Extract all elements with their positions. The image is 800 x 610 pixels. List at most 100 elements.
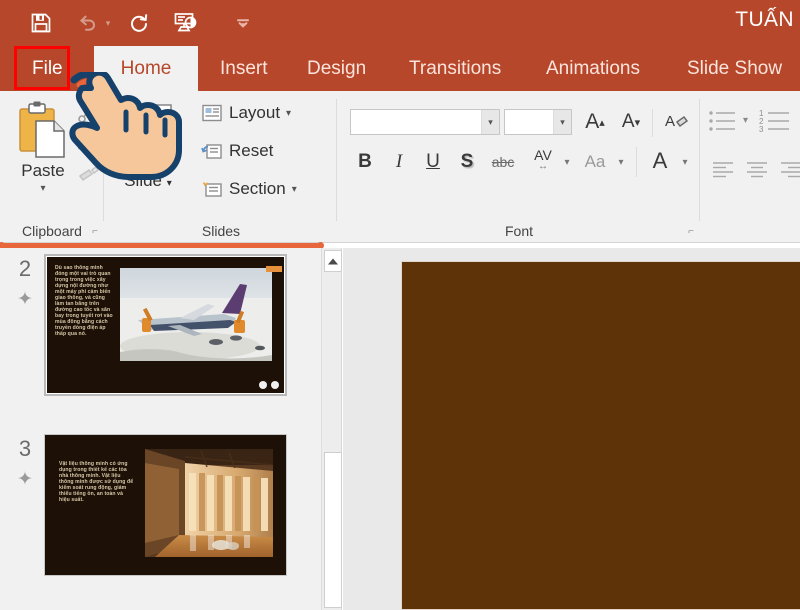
paste-dropdown-icon[interactable]: ▾ — [8, 183, 78, 194]
new-slide-dropdown-icon[interactable]: ▾ — [167, 178, 172, 189]
change-case-button[interactable]: Aa — [578, 147, 612, 177]
reset-icon — [201, 141, 223, 161]
copy-icon[interactable] — [76, 131, 102, 155]
change-case-dropdown-icon[interactable]: ▾ — [614, 149, 628, 175]
align-right-icon[interactable] — [779, 159, 800, 186]
new-slide-icon[interactable] — [121, 101, 177, 147]
character-spacing-label: AV — [534, 148, 552, 162]
clipboard-group-label: Clipboard — [0, 223, 104, 239]
ribbon-group-slides: New Slide ▾ Layout ▾ — [105, 91, 337, 243]
font-name-combobox[interactable]: ▾ — [350, 109, 500, 135]
align-center-icon[interactable] — [745, 159, 771, 186]
airplane-in-snow-photo — [120, 268, 272, 361]
powerpoint-window: ▾ — [0, 0, 800, 610]
presentation-icon[interactable] — [162, 3, 208, 43]
clear-formatting-icon[interactable]: A — [660, 107, 692, 137]
section-label: Section — [229, 179, 286, 199]
slide-thumbnail[interactable]: Dù sao thông minh đóng một vai trò quan … — [44, 254, 287, 396]
tab-file[interactable]: File — [18, 46, 77, 91]
reset-label: Reset — [229, 141, 273, 161]
chevron-down-icon[interactable]: ▾ — [481, 110, 499, 134]
numbering-icon[interactable]: 1 2 3 — [759, 107, 797, 142]
group-divider — [699, 99, 700, 221]
section-button[interactable]: Section ▾ — [201, 179, 297, 199]
section-icon — [201, 179, 223, 199]
layout-button[interactable]: Layout ▾ — [201, 103, 291, 123]
format-painter-icon[interactable] — [76, 161, 102, 185]
text-shadow-button[interactable]: S — [454, 147, 480, 177]
slides-group-label: Slides — [105, 223, 337, 239]
thumbnail-scrollbar[interactable] — [322, 248, 342, 610]
slide-body-text: Dù sao thông minh đóng một vai trò quan … — [55, 265, 113, 337]
new-slide-label-line1: New — [131, 150, 165, 169]
paste-icon[interactable] — [16, 101, 70, 159]
increase-font-size-button[interactable]: A▴ — [580, 107, 610, 137]
thumbnail-item-2[interactable]: 2 ✦ Dù sao thông minh đóng một vai trò q… — [0, 252, 322, 412]
tab-slide-show[interactable]: Slide Show — [673, 46, 796, 91]
slide-dots — [259, 381, 279, 389]
section-dropdown-icon[interactable]: ▾ — [292, 184, 297, 195]
font-color-button[interactable]: A — [646, 145, 674, 177]
scrollbar-thumb[interactable] — [324, 452, 342, 608]
decrease-font-size-button[interactable]: A▾ — [616, 107, 646, 137]
align-left-icon[interactable] — [711, 159, 737, 186]
ribbon-tab-strip: File Home Insert Design Transitions Anim… — [0, 46, 800, 91]
tab-insert[interactable]: Insert — [206, 46, 282, 91]
tab-transitions[interactable]: Transitions — [395, 46, 515, 91]
ribbon-group-clipboard: Paste ▾ — [0, 91, 104, 243]
redo-icon[interactable] — [116, 3, 162, 43]
bullets-icon[interactable] — [707, 107, 741, 142]
save-icon[interactable] — [18, 3, 64, 43]
underline-button[interactable]: U — [420, 147, 446, 177]
slide-body-text: Vật liệu thông minh có ứng dụng trong th… — [59, 461, 135, 503]
reset-button[interactable]: Reset — [201, 141, 273, 161]
image-tab-marker — [266, 266, 282, 272]
font-divider — [652, 109, 653, 137]
animation-star-icon: ✦ — [12, 468, 38, 491]
svg-text:A: A — [665, 113, 675, 130]
scissors-icon[interactable] — [76, 101, 102, 125]
group-divider — [103, 99, 104, 221]
ribbon: Paste ▾ — [0, 91, 800, 243]
font-dialog-launcher-icon[interactable]: ⌐ — [688, 226, 694, 237]
font-divider — [636, 147, 637, 177]
current-slide[interactable] — [401, 261, 800, 610]
character-spacing-button[interactable]: AV ↔ — [526, 143, 560, 177]
tab-home[interactable]: Home — [94, 46, 198, 91]
layout-label: Layout — [229, 103, 280, 123]
ribbon-group-paragraph: ▾ 1 2 3 — [701, 91, 800, 243]
character-spacing-dropdown-icon[interactable]: ▾ — [560, 149, 574, 175]
paste-label: Paste — [8, 161, 78, 181]
slide-number: 3 — [12, 436, 38, 462]
title-bar: ▾ — [0, 0, 800, 46]
svg-text:3: 3 — [759, 125, 764, 134]
slide-thumbnail-pane[interactable]: 2 ✦ Dù sao thông minh đóng một vai trò q… — [0, 248, 322, 610]
tab-animations[interactable]: Animations — [532, 46, 654, 91]
font-color-dropdown-icon[interactable]: ▾ — [678, 149, 692, 175]
group-divider — [336, 99, 337, 221]
slide-canvas-pane[interactable] — [343, 248, 800, 610]
bullets-dropdown-icon[interactable]: ▾ — [743, 115, 748, 126]
scroll-up-icon[interactable] — [324, 250, 342, 272]
new-slide-label: New Slide ▾ — [105, 149, 191, 192]
chevron-down-icon[interactable]: ▾ — [553, 110, 571, 134]
undo-dropdown-icon[interactable]: ▾ — [100, 18, 116, 29]
italic-button[interactable]: I — [386, 147, 412, 177]
chevron-down-icon[interactable] — [228, 3, 258, 43]
illuminated-corridor-photo — [145, 449, 273, 557]
increase-font-size-label: A — [585, 110, 599, 134]
layout-dropdown-icon[interactable]: ▾ — [286, 108, 291, 119]
animation-star-icon: ✦ — [12, 288, 38, 311]
thumbnail-item-3[interactable]: 3 ✦ Vật liệu thông minh có ứng dụng tron… — [0, 432, 322, 592]
user-name-label[interactable]: TUẤN — [735, 8, 794, 32]
ribbon-group-font: ▾ ▾ A▴ A▾ A B I U S — [338, 91, 700, 243]
tab-design[interactable]: Design — [293, 46, 380, 91]
slide-thumbnail[interactable]: Vật liệu thông minh có ứng dụng trong th… — [44, 434, 287, 576]
clipboard-dialog-launcher-icon[interactable]: ⌐ — [92, 226, 98, 237]
bold-button[interactable]: B — [352, 147, 378, 177]
layout-icon — [201, 103, 223, 123]
character-spacing-arrows-icon: ↔ — [538, 162, 548, 172]
font-size-combobox[interactable]: ▾ — [504, 109, 572, 135]
quick-access-toolbar: ▾ — [18, 0, 258, 46]
strikethrough-button[interactable]: abc — [488, 149, 518, 175]
